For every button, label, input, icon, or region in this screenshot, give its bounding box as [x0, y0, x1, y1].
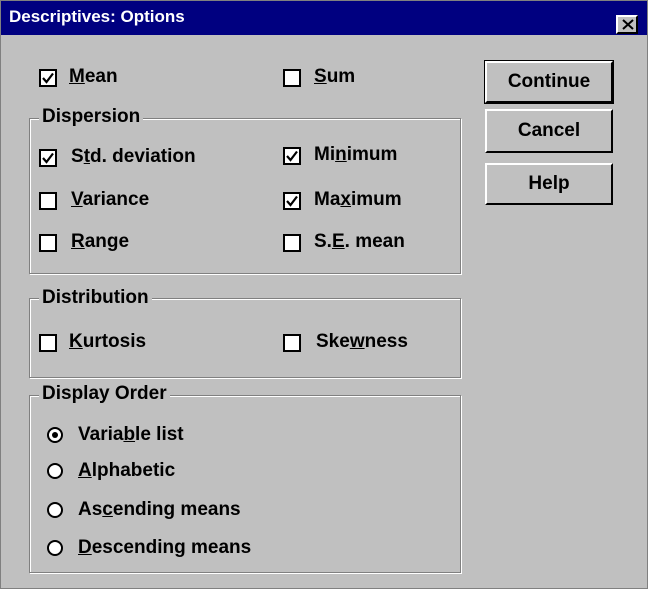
close-button[interactable] [616, 15, 638, 34]
mean-checkbox[interactable] [39, 69, 57, 87]
checkmark-icon [286, 150, 298, 162]
descending-means-label: Descending means [78, 537, 252, 558]
help-button[interactable]: Help [485, 163, 613, 205]
dispersion-group-title: Dispersion [39, 106, 144, 128]
close-icon [622, 19, 634, 30]
variance-checkbox[interactable] [39, 192, 57, 210]
display-order-group-title: Display Order [39, 383, 170, 405]
se-mean-label: S.E. mean [314, 231, 405, 252]
se-mean-checkbox[interactable] [283, 234, 301, 252]
variance-label: Variance [71, 189, 150, 210]
descending-means-radio[interactable] [47, 540, 63, 556]
minimum-checkbox[interactable] [283, 147, 301, 165]
continue-button[interactable]: Continue [484, 60, 614, 104]
descriptives-options-dialog: Descriptives: Options Mean Sum Dispersio… [0, 0, 648, 589]
sum-label: Sum [314, 66, 356, 87]
range-label: Range [71, 231, 130, 252]
maximum-checkbox[interactable] [283, 192, 301, 210]
mean-label: Mean [69, 66, 118, 87]
checkmark-icon [42, 72, 54, 84]
radio-selected-dot [52, 432, 58, 438]
ascending-means-label: Ascending means [78, 499, 241, 520]
kurtosis-checkbox[interactable] [39, 334, 57, 352]
window-title: Descriptives: Options [9, 7, 185, 26]
sum-checkbox[interactable] [283, 69, 301, 87]
checkmark-icon [42, 152, 54, 164]
skewness-label: Skewness [316, 331, 408, 352]
std-deviation-label: Std. deviation [71, 146, 196, 167]
checkmark-icon [286, 195, 298, 207]
std-deviation-checkbox[interactable] [39, 149, 57, 167]
alphabetic-radio[interactable] [47, 463, 63, 479]
alphabetic-label: Alphabetic [78, 460, 176, 481]
variable-list-radio[interactable] [47, 427, 63, 443]
ascending-means-radio[interactable] [47, 502, 63, 518]
cancel-button-label: Cancel [517, 120, 581, 141]
maximum-label: Maximum [314, 189, 402, 210]
help-button-label: Help [528, 173, 570, 194]
continue-button-label: Continue [507, 71, 591, 92]
skewness-checkbox[interactable] [283, 334, 301, 352]
range-checkbox[interactable] [39, 234, 57, 252]
minimum-label: Minimum [314, 144, 398, 165]
title-bar: Descriptives: Options [1, 1, 647, 35]
kurtosis-label: Kurtosis [69, 331, 147, 352]
variable-list-label: Variable list [78, 424, 184, 445]
distribution-group-title: Distribution [39, 287, 152, 309]
cancel-button[interactable]: Cancel [485, 109, 613, 153]
